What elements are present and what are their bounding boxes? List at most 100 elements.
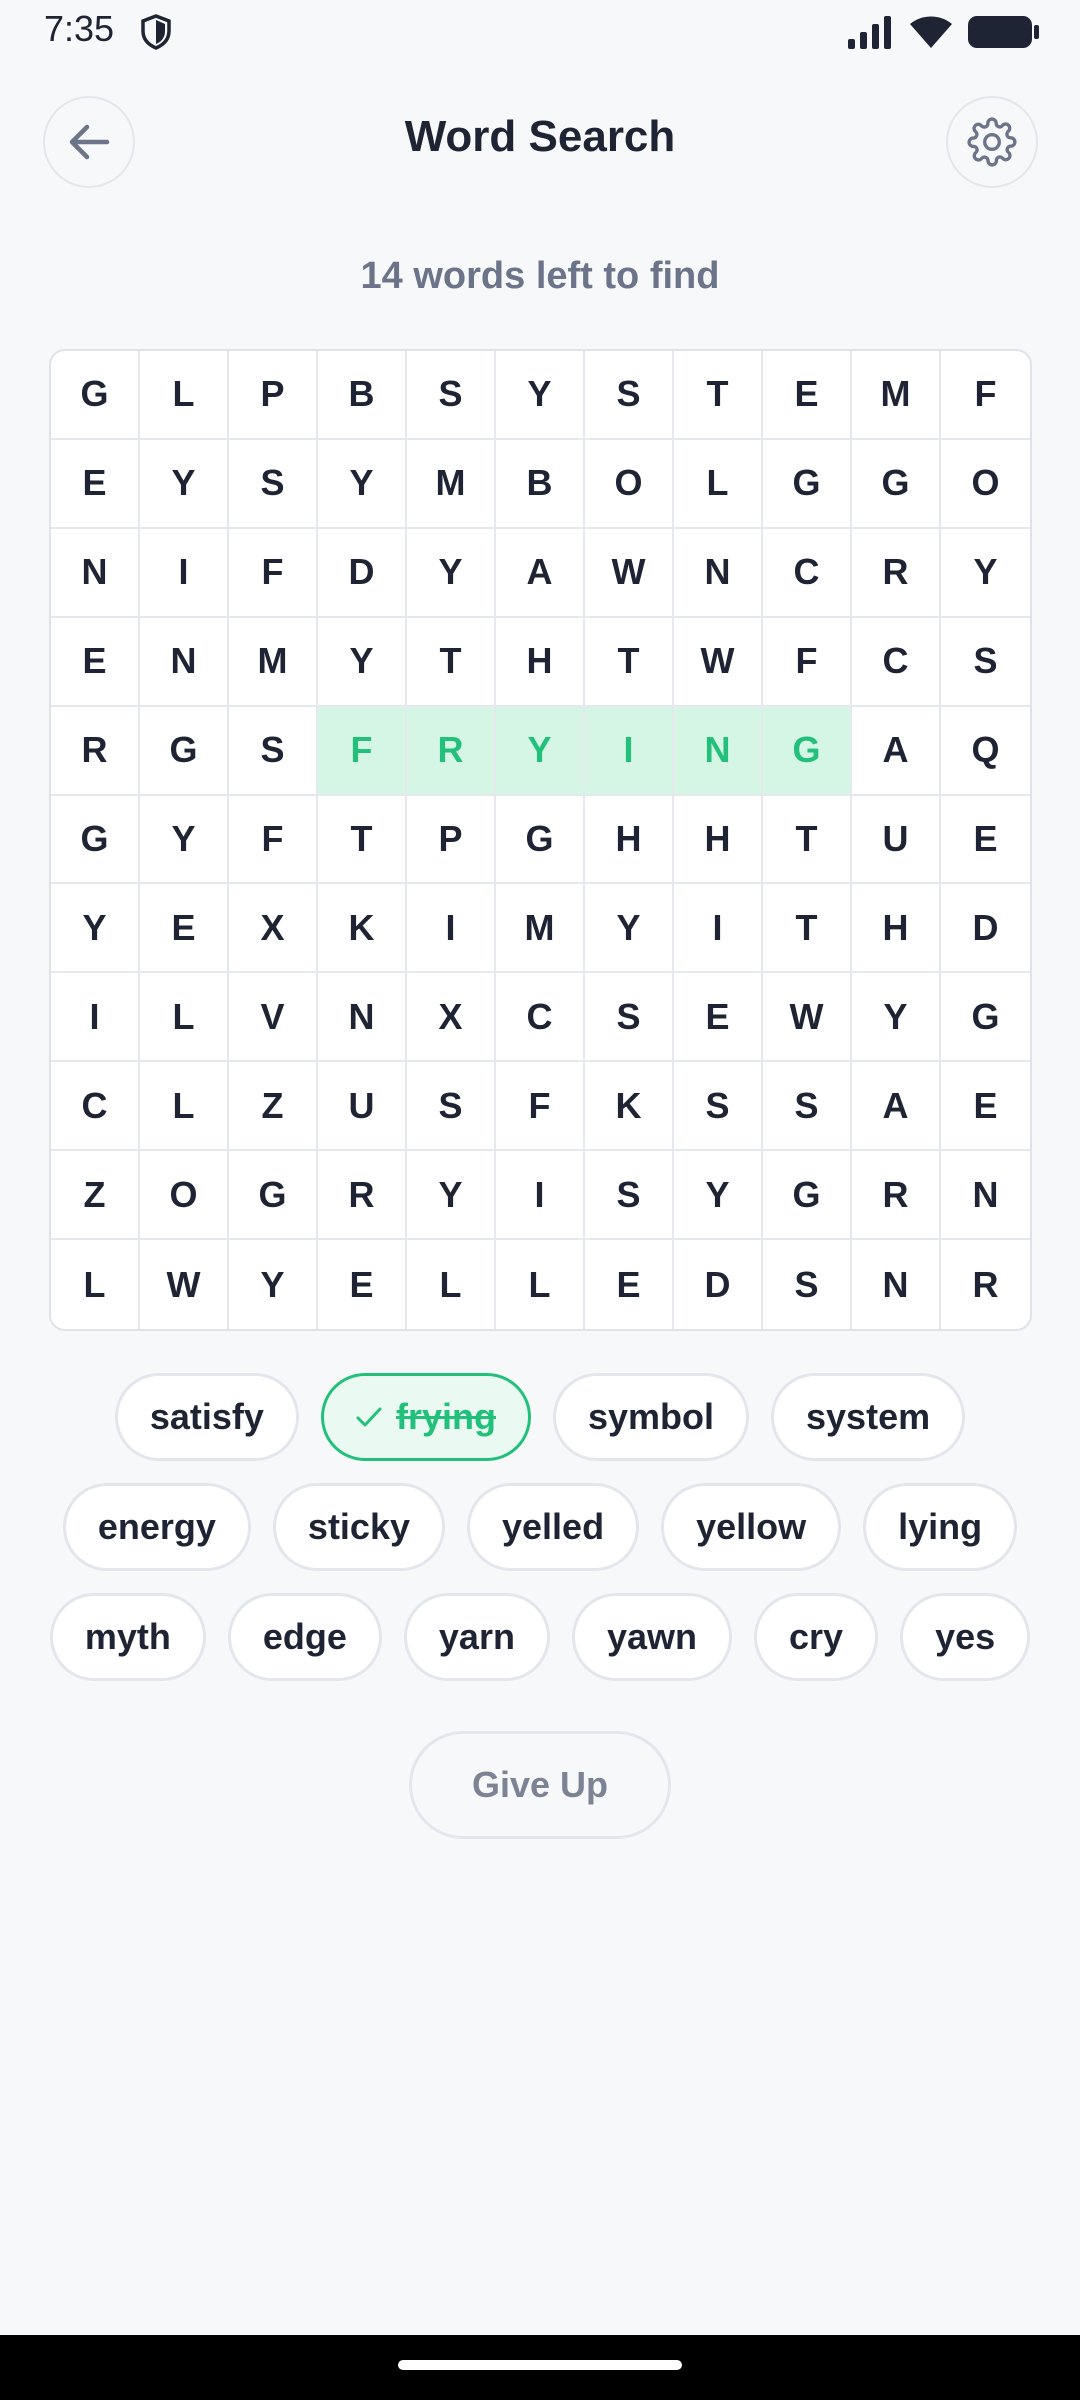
grid-cell[interactable]: E [941, 796, 1030, 885]
grid-cell[interactable]: Y [318, 617, 407, 707]
word-chip-lying[interactable]: lying [863, 1483, 1018, 1571]
grid-cell[interactable]: S [763, 1240, 852, 1329]
grid-cell[interactable]: L [140, 973, 229, 1063]
grid-cell[interactable]: E [674, 973, 763, 1063]
grid-cell[interactable]: R [941, 1240, 1030, 1329]
grid-cell[interactable]: N [852, 1240, 941, 1329]
grid-cell[interactable]: S [407, 351, 496, 440]
grid-cell[interactable]: F [318, 706, 407, 796]
grid-cell[interactable]: H [852, 884, 941, 974]
grid-cell[interactable]: Y [318, 439, 407, 529]
grid-cell[interactable]: B [496, 439, 585, 529]
grid-cell[interactable]: N [674, 528, 763, 618]
grid-cell[interactable]: I [51, 973, 140, 1063]
grid-cell[interactable]: S [763, 1062, 852, 1152]
grid-cell[interactable]: Y [51, 884, 140, 974]
word-chip-system[interactable]: system [771, 1373, 966, 1461]
grid-cell[interactable]: L [496, 1240, 585, 1329]
grid-cell[interactable]: P [229, 351, 318, 440]
grid-cell[interactable]: Z [51, 1151, 140, 1241]
grid-cell[interactable]: D [674, 1240, 763, 1329]
grid-cell[interactable]: E [140, 884, 229, 974]
grid-cell[interactable]: Y [496, 706, 585, 796]
word-chip-myth[interactable]: myth [49, 1593, 206, 1681]
grid-cell[interactable]: T [763, 884, 852, 974]
word-chip-frying[interactable]: frying [320, 1373, 531, 1461]
grid-cell[interactable]: R [407, 706, 496, 796]
grid-cell[interactable]: D [318, 528, 407, 618]
word-chip-symbol[interactable]: symbol [552, 1373, 750, 1461]
grid-cell[interactable]: M [407, 439, 496, 529]
grid-cell[interactable]: V [229, 973, 318, 1063]
grid-cell[interactable]: I [585, 706, 674, 796]
grid-cell[interactable]: I [140, 528, 229, 618]
grid-cell[interactable]: C [496, 973, 585, 1063]
grid-cell[interactable]: Y [852, 973, 941, 1063]
word-chip-satisfy[interactable]: satisfy [114, 1373, 299, 1461]
grid-cell[interactable]: W [140, 1240, 229, 1329]
grid-cell[interactable]: N [674, 706, 763, 796]
grid-cell[interactable]: G [852, 439, 941, 529]
grid-cell[interactable]: I [674, 884, 763, 974]
grid-cell[interactable]: T [407, 617, 496, 707]
grid-cell[interactable]: T [763, 795, 852, 885]
grid-cell[interactable]: I [496, 1151, 585, 1241]
grid-cell[interactable]: U [318, 1062, 407, 1152]
grid-cell[interactable]: Y [229, 1240, 318, 1329]
grid-cell[interactable]: B [318, 351, 407, 440]
grid-cell[interactable]: W [763, 973, 852, 1063]
grid-cell[interactable]: S [941, 618, 1030, 707]
word-chip-yellow[interactable]: yellow [661, 1483, 842, 1571]
grid-cell[interactable]: E [585, 1240, 674, 1329]
grid-cell[interactable]: H [674, 795, 763, 885]
grid-cell[interactable]: T [674, 351, 763, 440]
grid-cell[interactable]: G [763, 1151, 852, 1241]
grid-cell[interactable]: G [229, 1151, 318, 1241]
grid-cell[interactable]: R [51, 706, 140, 796]
grid-cell[interactable]: Y [140, 795, 229, 885]
grid-cell[interactable]: U [852, 795, 941, 885]
grid-cell[interactable]: O [585, 439, 674, 529]
grid-cell[interactable]: N [140, 617, 229, 707]
grid-cell[interactable]: K [318, 884, 407, 974]
grid-cell[interactable]: D [941, 884, 1030, 974]
grid-cell[interactable]: X [407, 973, 496, 1063]
grid-cell[interactable]: Y [407, 1151, 496, 1241]
grid-cell[interactable]: Y [674, 1151, 763, 1241]
grid-cell[interactable]: F [496, 1062, 585, 1152]
grid-cell[interactable]: E [51, 439, 140, 529]
grid-cell[interactable]: Y [407, 528, 496, 618]
grid-cell[interactable]: M [496, 884, 585, 974]
grid-cell[interactable]: S [407, 1062, 496, 1152]
word-chip-yelled[interactable]: yelled [467, 1483, 640, 1571]
grid-cell[interactable]: C [852, 617, 941, 707]
grid-cell[interactable]: G [496, 795, 585, 885]
grid-cell[interactable]: I [407, 884, 496, 974]
grid-cell[interactable]: R [852, 528, 941, 618]
grid-cell[interactable]: N [318, 973, 407, 1063]
grid-cell[interactable]: F [763, 617, 852, 707]
grid-cell[interactable]: S [229, 706, 318, 796]
grid-cell[interactable]: S [585, 1151, 674, 1241]
grid-cell[interactable]: Y [941, 529, 1030, 618]
grid-cell[interactable]: S [585, 973, 674, 1063]
grid-cell[interactable]: F [229, 528, 318, 618]
grid-cell[interactable]: Y [140, 439, 229, 529]
grid-cell[interactable]: C [51, 1062, 140, 1152]
grid-cell[interactable]: A [852, 1062, 941, 1152]
grid-cell[interactable]: G [51, 795, 140, 885]
grid-cell[interactable]: Y [496, 351, 585, 440]
grid-cell[interactable]: F [229, 795, 318, 885]
grid-cell[interactable]: K [585, 1062, 674, 1152]
grid-cell[interactable]: Q [941, 707, 1030, 796]
grid-cell[interactable]: O [140, 1151, 229, 1241]
word-chip-energy[interactable]: energy [62, 1483, 251, 1571]
give-up-button[interactable]: Give Up [409, 1731, 671, 1839]
grid-cell[interactable]: Y [585, 884, 674, 974]
grid-cell[interactable]: A [852, 706, 941, 796]
settings-button[interactable] [946, 96, 1038, 188]
grid-cell[interactable]: L [140, 351, 229, 440]
grid-cell[interactable]: A [496, 528, 585, 618]
grid-cell[interactable]: T [585, 617, 674, 707]
grid-cell[interactable]: G [763, 706, 852, 796]
